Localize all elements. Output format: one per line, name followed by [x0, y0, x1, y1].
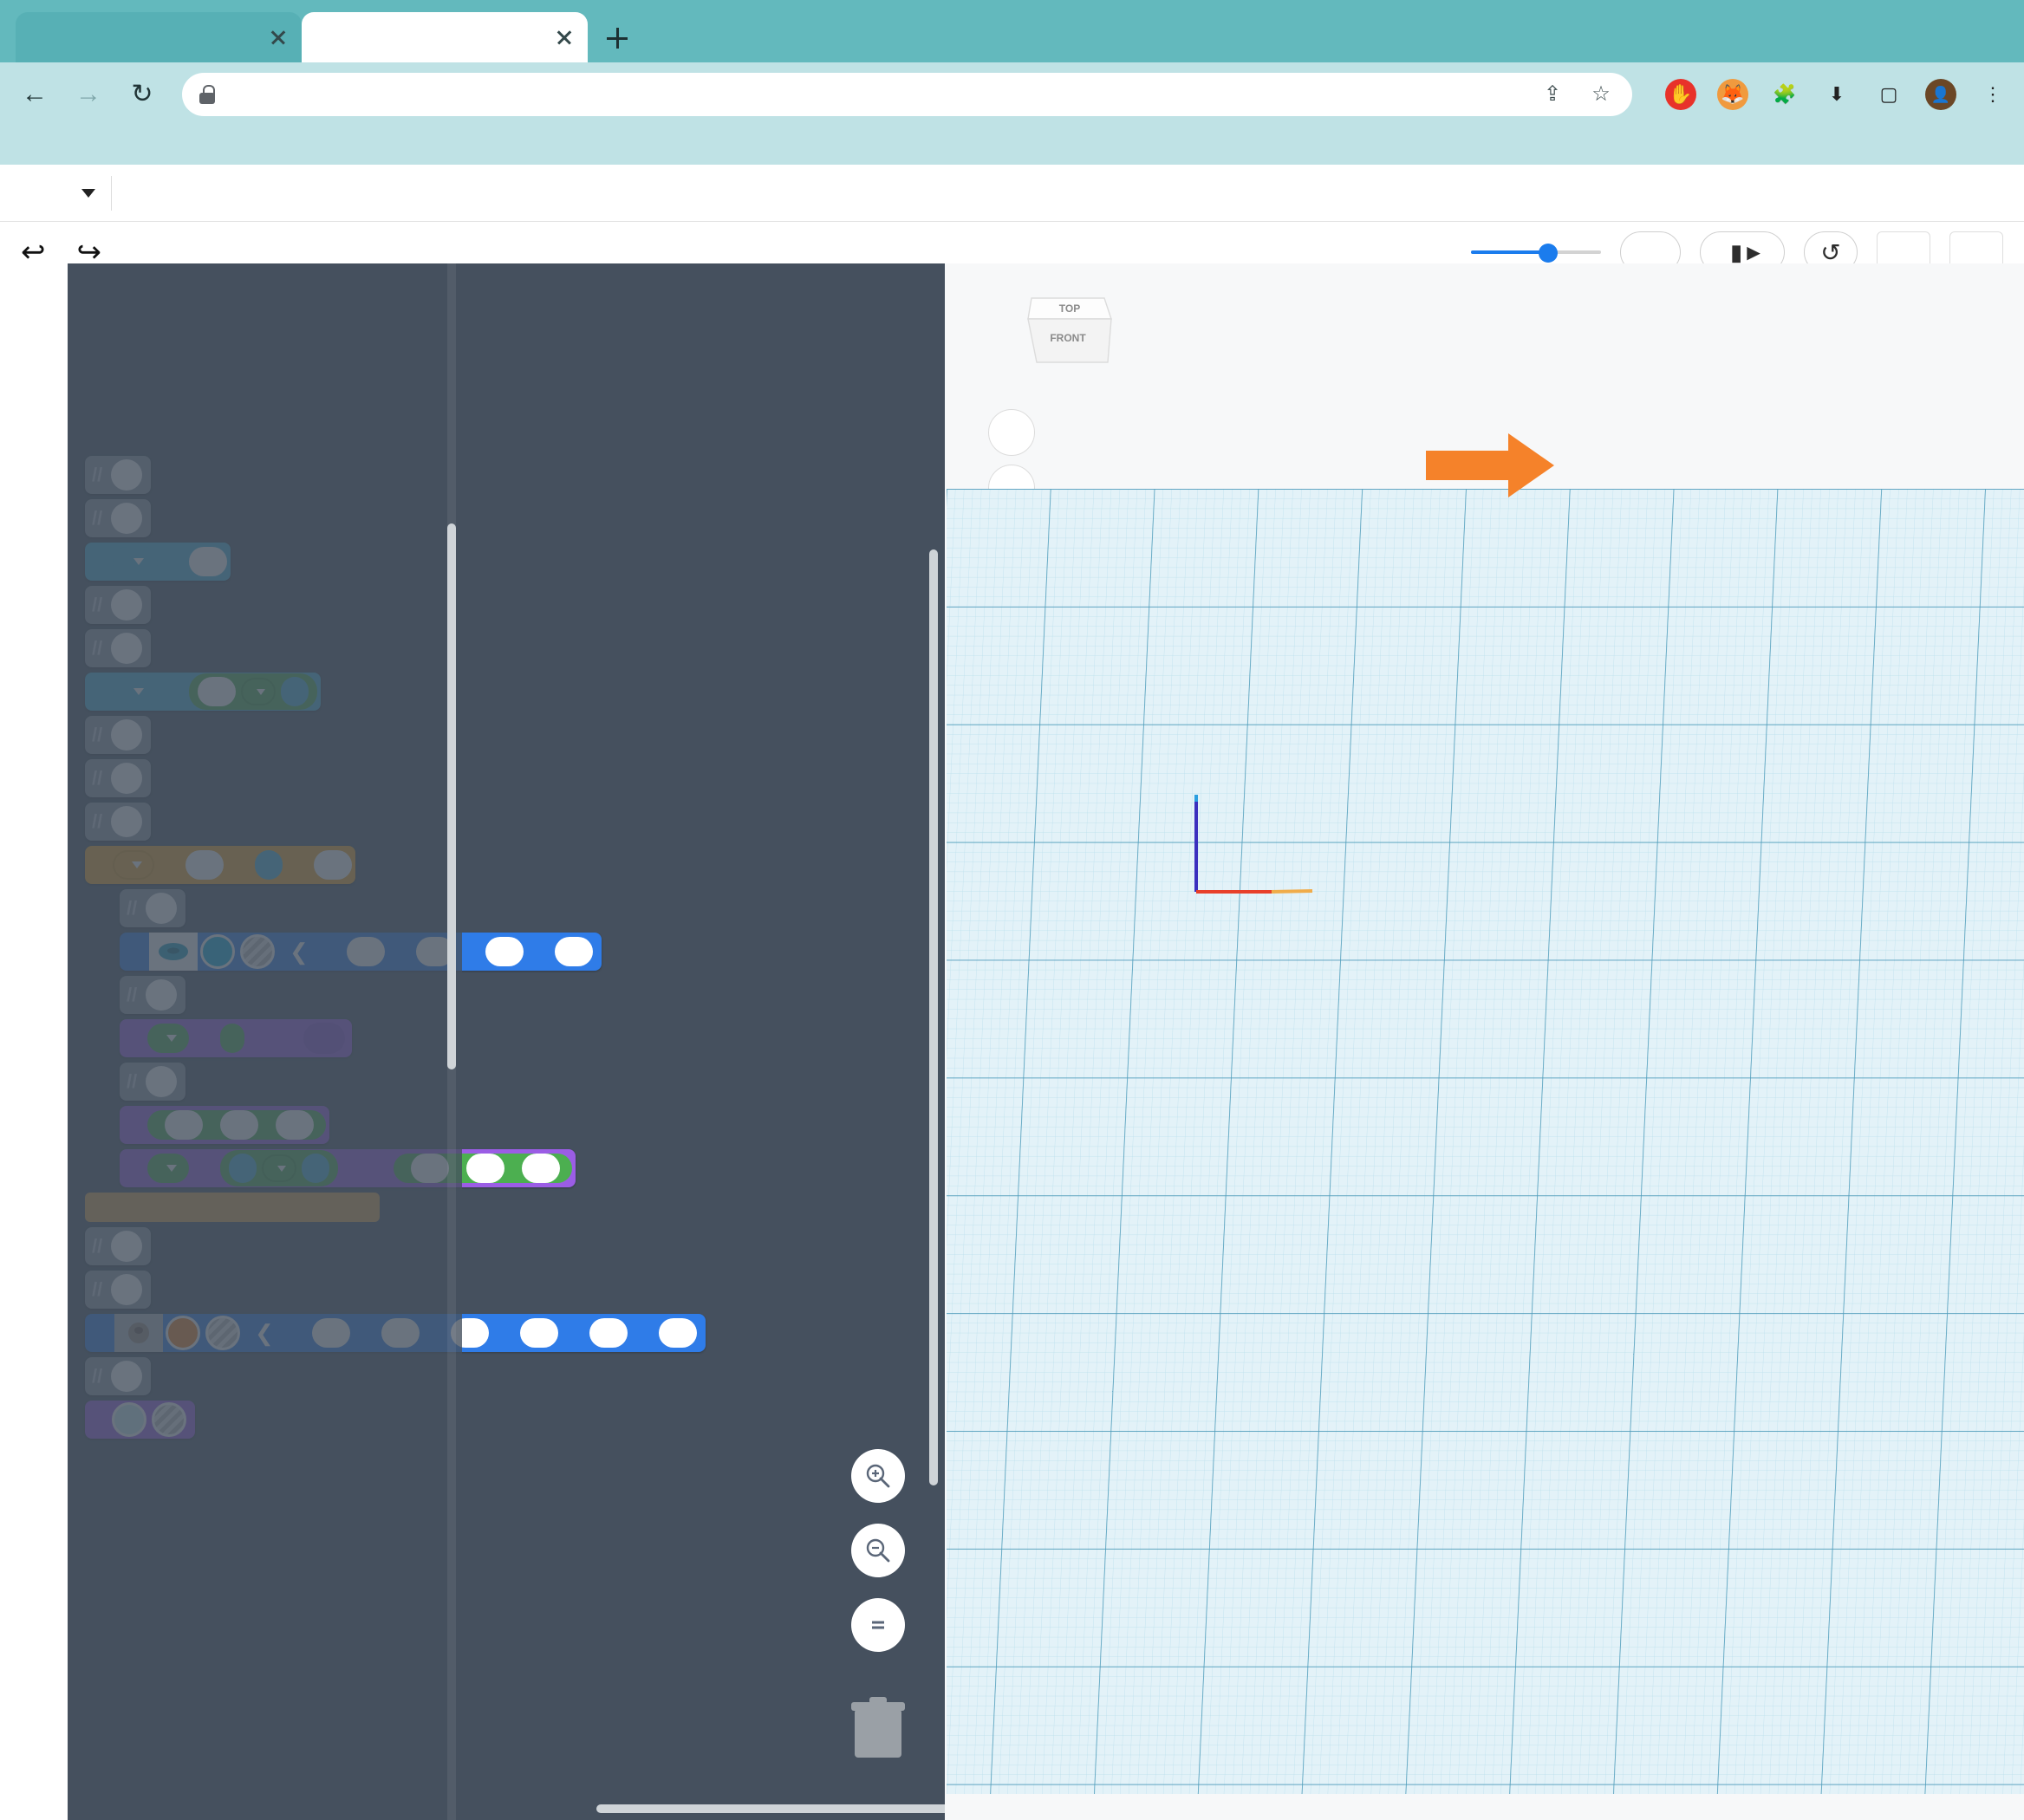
- shapes-panel: [68, 263, 388, 1820]
- trash-icon[interactable]: [849, 1695, 907, 1759]
- x-input[interactable]: [411, 1154, 449, 1183]
- param-input[interactable]: [485, 937, 524, 966]
- chrome-menu-icon[interactable]: ⋮: [1977, 79, 2008, 110]
- adblock-icon[interactable]: ✋: [1665, 79, 1696, 110]
- param-input[interactable]: [555, 937, 593, 966]
- browser-toolbar: ← → ↻ ⇪ ☆ ✋ 🦊 🧩 ⬇ ▢ 👤 ⋮: [0, 62, 2024, 127]
- browser-tab-0[interactable]: [16, 12, 302, 62]
- tinkercad-logo[interactable]: [12, 174, 50, 212]
- reset-icon: ↺: [1820, 238, 1840, 267]
- lock-icon: [199, 85, 215, 104]
- shapes-scrollbar[interactable]: [447, 263, 456, 1820]
- back-icon[interactable]: ←: [16, 75, 54, 114]
- share-icon[interactable]: ⇪: [1539, 81, 1566, 108]
- bookmark-star-icon[interactable]: ☆: [1587, 81, 1615, 108]
- extensions-puzzle-icon[interactable]: 🧩: [1769, 79, 1800, 110]
- speed-slider[interactable]: [1471, 241, 1601, 263]
- canvas-vertical-scrollbar[interactable]: [929, 549, 938, 1543]
- main-area: // // // //: [0, 263, 2024, 1820]
- zoom-reset-icon[interactable]: [851, 1598, 905, 1652]
- bookmarks-bar: [0, 127, 2024, 165]
- omnibox-actions: ⇪ ☆: [1539, 81, 1615, 108]
- viewport-pane[interactable]: TOP FRONT: [945, 263, 2024, 1820]
- step-icon: ▮►: [1730, 239, 1765, 266]
- zoom-in-icon[interactable]: [851, 1449, 905, 1503]
- view-cube[interactable]: TOP FRONT: [1025, 289, 1120, 373]
- cube-top-label: TOP: [1059, 302, 1080, 315]
- metamask-icon[interactable]: 🦊: [1717, 79, 1748, 110]
- avatar[interactable]: 👤: [1925, 79, 1956, 110]
- param-input[interactable]: [659, 1318, 697, 1348]
- pivot-xyz[interactable]: [394, 1154, 572, 1183]
- param-input[interactable]: [589, 1318, 628, 1348]
- address-bar[interactable]: ⇪ ☆: [182, 73, 1632, 116]
- y-input[interactable]: [466, 1154, 504, 1183]
- zoom-out-icon[interactable]: [851, 1524, 905, 1577]
- param-input[interactable]: [520, 1318, 558, 1348]
- workplane-grid[interactable]: [947, 489, 2024, 1794]
- close-icon[interactable]: [553, 26, 576, 49]
- forward-icon[interactable]: →: [69, 75, 107, 114]
- category-rail: [0, 263, 68, 1820]
- app-header: [0, 165, 2024, 222]
- origin-axes: [1189, 788, 1328, 900]
- tinkercad-favicon: [28, 26, 50, 49]
- cube-front-label: FRONT: [1050, 332, 1086, 344]
- viewport-zoom-in-button[interactable]: [988, 409, 1035, 456]
- tinkercad-favicon: [314, 26, 336, 49]
- param-input[interactable]: [451, 1318, 489, 1348]
- browser-tab-1[interactable]: [302, 12, 588, 62]
- canvas-horizontal-scrollbar[interactable]: [345, 1804, 933, 1813]
- new-tab-button[interactable]: [598, 19, 636, 57]
- browser-tab-bar: [0, 0, 2024, 62]
- divider: [111, 176, 112, 211]
- reload-icon[interactable]: ↻: [123, 75, 161, 114]
- chevron-down-icon[interactable]: [81, 189, 95, 198]
- canvas-zoom-tools: [851, 1449, 905, 1759]
- shapes-panel-title: [68, 272, 388, 289]
- z-input[interactable]: [522, 1154, 560, 1183]
- code-canvas-pane[interactable]: // // // //: [68, 263, 945, 1820]
- extension-icons: ✋ 🦊 🧩 ⬇ ▢ 👤 ⋮: [1665, 79, 2008, 110]
- close-icon[interactable]: [267, 26, 290, 49]
- downloads-icon[interactable]: ⬇: [1821, 79, 1852, 110]
- side-panel-icon[interactable]: ▢: [1873, 79, 1904, 110]
